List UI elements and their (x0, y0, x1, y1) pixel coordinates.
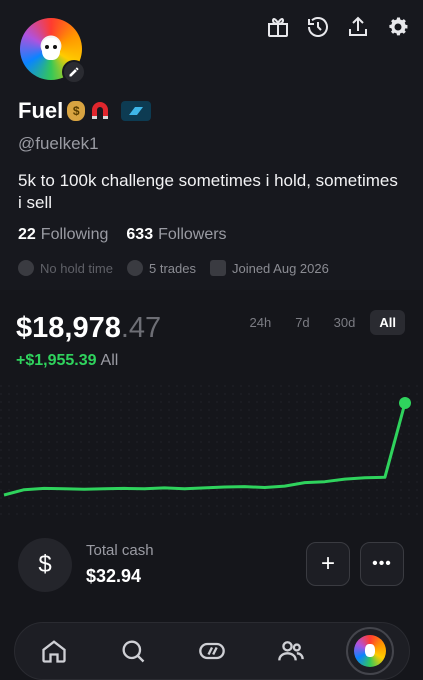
clock-icon (18, 260, 34, 276)
range-selector: 24h 7d 30d All (241, 310, 405, 335)
cash-label: Total cash (86, 542, 154, 559)
range-tab-30d[interactable]: 30d (325, 310, 365, 335)
calendar-icon (209, 260, 226, 276)
trade-icon[interactable] (188, 627, 236, 675)
follow-stats: 22 Following 633 Followers (18, 226, 227, 244)
range-tab-all[interactable]: All (370, 310, 405, 335)
people-icon[interactable] (267, 627, 315, 675)
profile-name: Fuel (18, 98, 64, 123)
edit-pencil-icon[interactable] (62, 60, 86, 84)
following-link[interactable]: 22 Following (18, 226, 108, 244)
pnl-value: +$1,955.39 (16, 352, 97, 369)
community-badge-icon (121, 101, 152, 121)
search-icon[interactable] (109, 627, 157, 675)
trade-count-icon (126, 260, 143, 276)
profile-avatar-small (353, 635, 386, 667)
joined-info: Joined Aug 2026 (209, 260, 329, 276)
cash-value: $32.94 (86, 566, 142, 586)
home-icon[interactable] (30, 627, 78, 675)
cash-icon: $ (18, 538, 72, 592)
profile-handle: @fuelkek1 (18, 134, 99, 153)
add-cash-button[interactable]: + (306, 542, 350, 586)
profile-meta: No hold time 5 trades Joined Aug 2026 (18, 260, 329, 276)
profile-bio: 5k to 100k challenge sometimes i hold, s… (18, 171, 398, 212)
settings-icon[interactable] (385, 14, 411, 40)
followers-link[interactable]: 633 Followers (126, 226, 226, 244)
bottom-navigation (14, 622, 410, 680)
range-tab-7d[interactable]: 7d (286, 310, 318, 335)
portfolio-chart (0, 385, 423, 515)
profile-name-row: Fuel $ (18, 98, 152, 124)
history-icon[interactable] (305, 14, 331, 40)
top-toolbar (265, 14, 411, 40)
more-options-button[interactable]: ••• (360, 542, 404, 586)
pnl-period: All (100, 352, 119, 369)
pnl-summary: +$1,955.39 All (16, 352, 118, 370)
range-tab-24h[interactable]: 24h (241, 310, 281, 335)
trades-info: 5 trades (126, 260, 196, 276)
magnet-icon (89, 101, 111, 121)
profile-avatar[interactable] (20, 18, 86, 84)
profile-nav-button[interactable] (345, 627, 394, 675)
hold-time-info: No hold time (18, 260, 113, 276)
share-icon[interactable] (345, 14, 371, 40)
latest-value-point (399, 397, 411, 409)
portfolio-balance: $18,978.47 (16, 312, 162, 344)
money-bag-icon: $ (67, 101, 86, 121)
gift-icon[interactable] (265, 14, 291, 40)
